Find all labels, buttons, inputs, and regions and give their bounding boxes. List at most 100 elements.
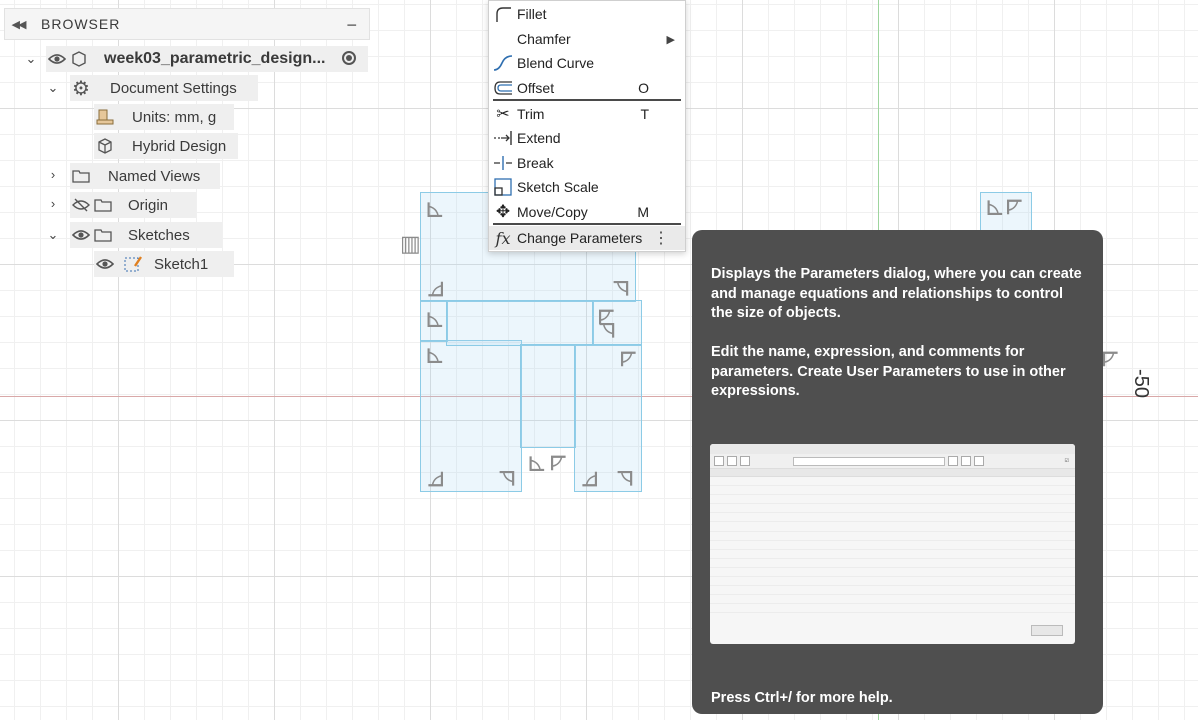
perpendicular-constraint-icon[interactable]: ⊾: [614, 348, 644, 370]
preview-row: [710, 532, 1075, 541]
folder-icon: [70, 169, 92, 183]
menu-label: Trim: [517, 106, 545, 122]
browser-panel: ◀◀ BROWSER − ⌄ week03_parametric_design.…: [0, 8, 372, 298]
menu-label: Fillet: [517, 6, 547, 22]
radio-active-icon[interactable]: [342, 51, 356, 65]
component-icon: [68, 51, 90, 67]
eye-icon[interactable]: [70, 229, 92, 241]
sketches-chip[interactable]: Sketches: [70, 222, 222, 248]
tree-item-origin[interactable]: › Origin: [46, 192, 196, 218]
preview-row: [710, 559, 1075, 568]
submenu-arrow-icon: ▶: [666, 33, 675, 46]
menu-label: Change Parameters: [517, 230, 643, 246]
box-icon: [94, 138, 116, 154]
menu-label: Sketch Scale: [517, 179, 599, 195]
preview-row: [710, 568, 1075, 578]
units-icon: [94, 108, 116, 126]
more-options-icon[interactable]: ⋮: [653, 228, 669, 248]
preview-row: [710, 550, 1075, 559]
perpendicular-constraint-icon[interactable]: ⊾: [610, 274, 632, 304]
named-views-chip[interactable]: Named Views: [70, 163, 220, 189]
perpendicular-constraint-icon[interactable]: ⊾: [596, 316, 618, 346]
hybrid-design-label: Hybrid Design: [132, 137, 227, 155]
minus-icon[interactable]: −: [346, 15, 357, 36]
perpendicular-constraint-icon[interactable]: ⊾: [574, 468, 604, 490]
perpendicular-constraint-icon[interactable]: ⊾: [420, 278, 450, 300]
perpendicular-constraint-icon[interactable]: ⊾: [544, 452, 574, 474]
menu-item-trim[interactable]: ✂ Trim T: [489, 102, 685, 126]
menu-label: Break: [517, 155, 554, 171]
preview-ok-button: [1031, 625, 1063, 636]
tree-item-named-views[interactable]: › Named Views: [46, 163, 220, 189]
sketch-scale-icon: [489, 177, 517, 197]
units-label: Units: mm, g: [132, 108, 217, 126]
preview-row: [710, 577, 1075, 587]
perpendicular-constraint-icon[interactable]: ⊾: [424, 306, 446, 332]
menu-separator: [493, 223, 681, 225]
tree-item-sketch1[interactable]: Sketch1: [94, 251, 234, 277]
menu-item-fillet[interactable]: Fillet: [489, 2, 685, 26]
menu-item-chamfer[interactable]: Chamfer ▶: [489, 27, 685, 51]
menu-item-move-copy[interactable]: ✥ Move/Copy M: [489, 200, 685, 224]
preview-row: [710, 586, 1075, 596]
tree-root-chip[interactable]: week03_parametric_design...: [46, 46, 368, 72]
eye-icon[interactable]: [46, 53, 68, 65]
gear-icon: ⚙: [72, 77, 90, 100]
sketch-profile[interactable]: [520, 344, 576, 448]
preview-table-header: [710, 469, 1075, 477]
menu-item-blend-curve[interactable]: Blend Curve: [489, 51, 685, 75]
preview-titlebar: [710, 444, 1075, 454]
tooltip-paragraph-2: Edit the name, expression, and comments …: [711, 344, 1066, 399]
menu-item-sketch-scale[interactable]: Sketch Scale: [489, 175, 685, 199]
tree-item-sketches[interactable]: ⌄ Sketches: [46, 222, 222, 248]
sketch1-chip[interactable]: Sketch1: [94, 251, 234, 277]
tree-root[interactable]: ⌄ week03_parametric_design...: [24, 46, 368, 72]
perpendicular-constraint-icon[interactable]: ⊾: [424, 196, 446, 222]
chevron-down-icon[interactable]: ⌄: [46, 80, 60, 96]
eye-hidden-icon[interactable]: [70, 198, 92, 212]
menu-item-extend[interactable]: Extend: [489, 126, 685, 150]
chevron-down-icon[interactable]: ⌄: [24, 51, 38, 67]
preview-row: [710, 486, 1075, 496]
preview-row: [710, 477, 1075, 487]
preview-row: [710, 504, 1075, 514]
chevron-right-icon[interactable]: ›: [46, 196, 60, 211]
menu-shortcut: T: [640, 106, 649, 122]
tree-item-units[interactable]: Units: mm, g: [94, 104, 234, 130]
document-settings-label: Document Settings: [110, 79, 237, 97]
tree-item-document-settings[interactable]: ⌄ ⚙ Document Settings: [46, 75, 258, 101]
double-chevron-left-icon[interactable]: ◀◀: [5, 18, 31, 31]
blend-curve-icon: [489, 54, 517, 72]
units-chip[interactable]: Units: mm, g: [94, 104, 234, 130]
fx-icon: fx: [495, 228, 511, 248]
perpendicular-constraint-icon[interactable]: ⊾: [424, 342, 446, 368]
origin-label: Origin: [128, 196, 169, 214]
tree-item-hybrid-design[interactable]: Hybrid Design: [94, 133, 238, 159]
perpendicular-constraint-icon[interactable]: ⊾: [1000, 196, 1030, 218]
menu-item-offset[interactable]: Offset O: [489, 76, 685, 100]
sketch-profile[interactable]: [446, 300, 594, 346]
tooltip-paragraph-1: Displays the Parameters dialog, where yo…: [711, 266, 1082, 321]
origin-chip[interactable]: Origin: [70, 192, 196, 218]
document-settings-chip[interactable]: ⚙ Document Settings: [70, 75, 258, 101]
sketch1-label: Sketch1: [154, 255, 209, 273]
parameters-dialog-preview-image: ☑: [710, 444, 1075, 644]
sketch-icon: [122, 254, 144, 274]
preview-row: [710, 595, 1075, 605]
preview-toolbar: ☑: [710, 454, 1075, 469]
hybrid-design-chip[interactable]: Hybrid Design: [94, 133, 238, 159]
perpendicular-constraint-icon[interactable]: ⊾: [420, 468, 450, 490]
offset-icon: [489, 79, 517, 97]
menu-item-change-parameters[interactable]: fx Change Parameters ⋮: [489, 226, 685, 250]
chevron-down-icon[interactable]: ⌄: [46, 227, 60, 243]
perpendicular-constraint-icon[interactable]: ⊾: [496, 464, 518, 494]
perpendicular-constraint-icon[interactable]: ⊾: [614, 464, 636, 494]
preview-row: [710, 604, 1075, 614]
menu-item-break[interactable]: Break: [489, 151, 685, 175]
menu-shortcut: O: [638, 80, 649, 96]
ruler-icon[interactable]: ▥: [400, 234, 421, 256]
eye-icon[interactable]: [94, 258, 116, 270]
root-label: week03_parametric_design...: [104, 50, 326, 67]
dimension-label[interactable]: -50: [1129, 369, 1152, 398]
chevron-right-icon[interactable]: ›: [46, 167, 60, 182]
